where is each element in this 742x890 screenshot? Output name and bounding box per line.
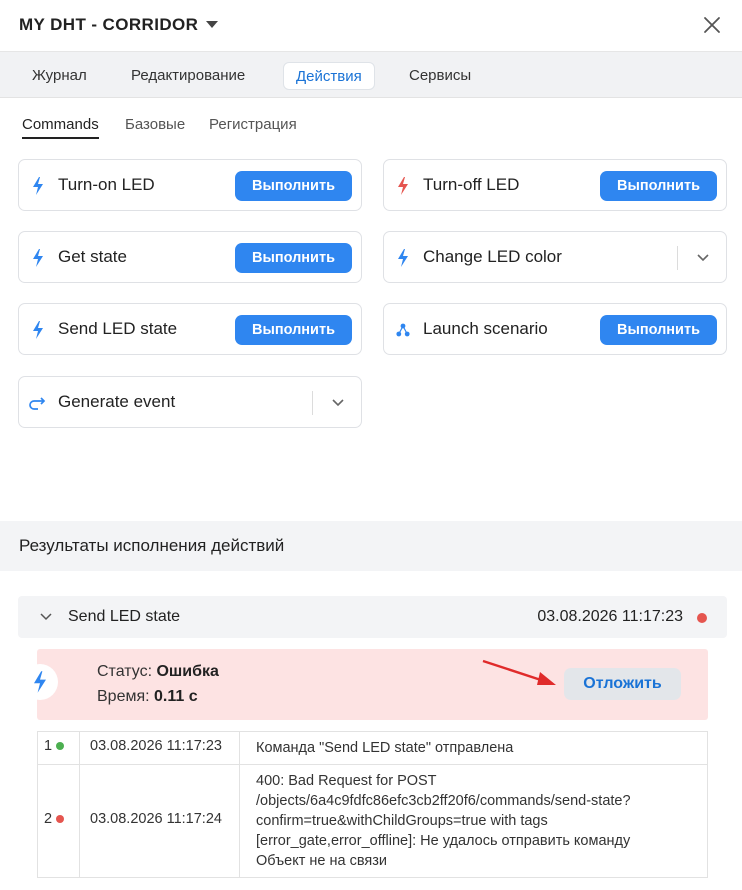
close-icon[interactable] (702, 15, 722, 35)
time-value: 0.11 с (154, 688, 198, 705)
run-button[interactable]: Выполнить (600, 171, 717, 201)
bolt-icon (398, 177, 408, 195)
tab-services[interactable]: Сервисы (397, 62, 483, 90)
log-index-cell: 2 (37, 764, 80, 878)
divider (677, 246, 678, 270)
log-index: 2 (44, 811, 53, 827)
command-label: Change LED color (423, 247, 562, 266)
log-time: 03.08.2026 11:17:23 (79, 731, 240, 765)
tab-actions[interactable]: Действия (283, 62, 375, 90)
status-line: Статус: Ошибка (97, 663, 219, 681)
command-card-turn-off-led: Turn-off LED Выполнить (383, 159, 727, 211)
tab-editing[interactable]: Редактирование (119, 62, 257, 90)
run-button[interactable]: Выполнить (235, 243, 352, 273)
log-line: Объект не на связи (256, 853, 387, 869)
redo-arrow-icon (29, 397, 46, 410)
command-card-turn-on-led: Turn-on LED Выполнить (18, 159, 362, 211)
command-label: Launch scenario (423, 319, 548, 338)
status-label: Статус: (97, 663, 153, 680)
command-label: Generate event (58, 392, 176, 411)
error-status-dot (697, 613, 707, 623)
chevron-down-icon[interactable] (696, 251, 710, 265)
result-entry-datetime: 03.08.2026 11:17:23 (537, 608, 683, 625)
command-label: Send LED state (58, 319, 178, 338)
error-dot (56, 815, 65, 824)
bolt-icon (33, 321, 43, 339)
time-line: Время: 0.11 с (97, 688, 198, 706)
caret-down-icon (206, 21, 219, 28)
command-card-launch-scenario: Launch scenario Выполнить (383, 303, 727, 355)
log-time: 03.08.2026 11:17:24 (79, 764, 240, 878)
log-line: [error_gate,error_offline]: Не удалось о… (256, 833, 631, 849)
command-label: Get state (58, 247, 127, 266)
chevron-down-icon[interactable] (40, 611, 52, 623)
log-line: Команда "Send LED state" отправлена (256, 740, 514, 756)
log-index-cell: 1 (37, 731, 80, 765)
result-entry-name: Send LED state (68, 608, 181, 625)
annotation-arrow (482, 659, 556, 685)
log-line: 400: Bad Request for POST (256, 773, 437, 789)
command-label: Turn-on LED (58, 175, 155, 194)
dialog-header: MY DHT - CORRIDOR (0, 0, 742, 52)
bolt-icon (34, 671, 46, 693)
device-title: MY DHT - CORRIDOR (19, 15, 199, 34)
chevron-down-icon[interactable] (331, 396, 345, 410)
command-label: Turn-off LED (423, 175, 520, 194)
command-card-change-led-color[interactable]: Change LED color (383, 231, 727, 283)
sub-tabs: Commands Базовые Регистрация (0, 108, 742, 144)
log-line: confirm=true&withChildGroups=true with t… (256, 813, 548, 829)
result-entry-header[interactable]: Send LED state 03.08.2026 11:17:23 (18, 596, 727, 638)
command-card-send-led-state: Send LED state Выполнить (18, 303, 362, 355)
success-dot (56, 742, 65, 751)
log-line: /objects/6a4c9fdfc86efc3cb2ff20f6/comman… (256, 793, 631, 809)
run-button[interactable]: Выполнить (235, 315, 352, 345)
table-row: 2 03.08.2026 11:17:24 400: Bad Request f… (37, 764, 708, 878)
status-value: Ошибка (156, 663, 219, 680)
table-row: 1 03.08.2026 11:17:23 Команда "Send LED … (37, 731, 708, 765)
result-log-table: 1 03.08.2026 11:17:23 Команда "Send LED … (37, 731, 708, 878)
result-status-box: Статус: Ошибка Время: 0.11 с Отложить (22, 649, 708, 720)
log-message: Команда "Send LED state" отправлена (239, 731, 708, 765)
command-card-generate-event[interactable]: Generate event (18, 376, 362, 428)
log-message: 400: Bad Request for POST /objects/6a4c9… (239, 764, 708, 878)
bolt-icon (33, 249, 43, 267)
device-title-dropdown[interactable]: MY DHT - CORRIDOR (19, 15, 219, 35)
tab-journal[interactable]: Журнал (20, 62, 99, 90)
results-title: Результаты исполнения действий (19, 536, 285, 555)
scenario-icon (396, 323, 410, 337)
subtab-commands[interactable]: Commands (22, 116, 99, 139)
results-section-header: Результаты исполнения действий (0, 521, 742, 571)
divider (312, 391, 313, 415)
run-button[interactable]: Выполнить (235, 171, 352, 201)
run-button[interactable]: Выполнить (600, 315, 717, 345)
subtab-basic[interactable]: Базовые (125, 116, 185, 133)
command-card-get-state: Get state Выполнить (18, 231, 362, 283)
bolt-icon (33, 177, 43, 195)
bolt-icon (398, 249, 408, 267)
time-label: Время: (97, 688, 150, 705)
subtab-registration[interactable]: Регистрация (209, 116, 297, 133)
bolt-badge (22, 664, 58, 700)
postpone-button[interactable]: Отложить (564, 668, 681, 700)
main-tabs: Журнал Редактирование Действия Сервисы (0, 52, 742, 98)
log-index: 1 (44, 738, 53, 754)
